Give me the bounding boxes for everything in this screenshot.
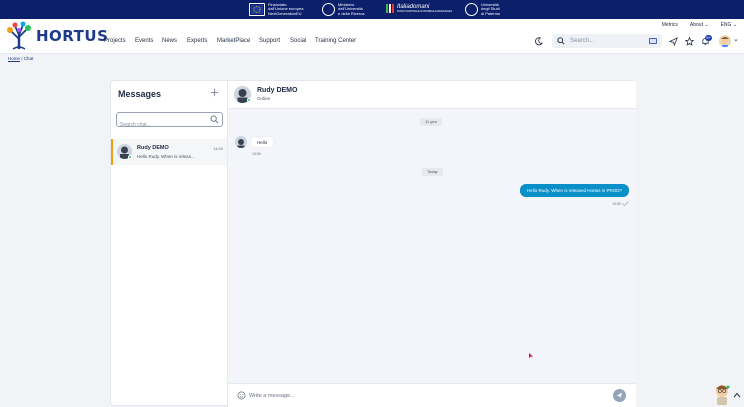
eu-flag-icon bbox=[249, 3, 265, 16]
top-links: Metrics About ⌄ ENG ⌄ bbox=[662, 22, 737, 28]
contact-status: Online bbox=[257, 96, 271, 101]
new-chat-button[interactable] bbox=[210, 88, 219, 100]
messages-title: Messages bbox=[118, 89, 162, 99]
message-time: 13:59 bbox=[252, 152, 261, 156]
italia-domani-icon bbox=[385, 1, 394, 19]
chevron-down-icon: ⌄ bbox=[732, 22, 737, 28]
nav-marketplace[interactable]: MarketPlace bbox=[217, 38, 250, 44]
conversation-preview: Hello Rudy. When is releas... bbox=[137, 154, 195, 159]
paper-plane-icon bbox=[616, 392, 623, 399]
conversation-time: 14:50 bbox=[212, 146, 223, 151]
italia-domani-logo: Italiadomani PIANO NAZIONALE DI RIPRESA … bbox=[385, 2, 452, 17]
metrics-link[interactable]: Metrics bbox=[662, 22, 678, 28]
send-icon-button[interactable] bbox=[668, 36, 678, 46]
chat-search bbox=[116, 112, 223, 132]
chat-pane: Rudy DEMO Online 11 gen Hello 13:59 Toda… bbox=[228, 81, 636, 407]
nav-support[interactable]: Support bbox=[259, 38, 280, 44]
outgoing-message: Hello Rudy. When is released Hortus in P… bbox=[520, 184, 629, 197]
paper-plane-icon bbox=[668, 36, 678, 46]
user-avatar-icon bbox=[721, 37, 729, 47]
chat-search-input[interactable] bbox=[117, 118, 205, 132]
funding-banner: Finanziato dall'Unione europea NextGener… bbox=[0, 0, 744, 19]
message-time: 14:50 bbox=[612, 202, 621, 206]
conversation-item[interactable]: Rudy DEMO 14:50 Hello Rudy. When is rele… bbox=[111, 139, 227, 165]
search-icon bbox=[557, 37, 565, 45]
nav-social[interactable]: Social bbox=[290, 38, 306, 44]
online-indicator bbox=[128, 155, 132, 159]
message-input[interactable] bbox=[249, 390, 599, 402]
nav-projects[interactable]: Projects bbox=[104, 38, 126, 44]
chevron-down-icon[interactable]: ⌄ bbox=[733, 35, 739, 43]
ministry-seal-icon bbox=[322, 3, 335, 16]
nav-training-center[interactable]: Training Center bbox=[315, 38, 356, 44]
date-separator: 11 gen bbox=[420, 118, 442, 126]
eu-logo: Finanziato dall'Unione europea NextGener… bbox=[249, 2, 303, 17]
contact-avatar-icon bbox=[235, 137, 247, 148]
star-icon bbox=[684, 36, 694, 46]
nav-news[interactable]: News bbox=[162, 38, 177, 44]
incoming-message: Hello bbox=[250, 136, 275, 148]
language-menu[interactable]: ENG ⌄ bbox=[721, 22, 737, 28]
notification-badge: 9+ bbox=[705, 35, 712, 41]
search-icon[interactable] bbox=[210, 115, 219, 124]
global-search[interactable]: Search... bbox=[552, 34, 662, 48]
chevron-up-icon[interactable] bbox=[733, 392, 741, 398]
favorites-button[interactable] bbox=[684, 36, 694, 46]
main-navbar: HORTUS Projects Events News Experts Mark… bbox=[0, 19, 744, 54]
user-avatar[interactable] bbox=[719, 35, 731, 47]
nav-experts[interactable]: Experts bbox=[187, 38, 207, 44]
date-separator: Today bbox=[422, 168, 443, 176]
conversations-panel: Messages Rudy DEMO 14:50 Hello Rudy. Whe… bbox=[111, 81, 228, 405]
breadcrumb: Home / Chat bbox=[8, 56, 34, 61]
nav-events[interactable]: Events bbox=[135, 38, 153, 44]
chat-container: Messages Rudy DEMO 14:50 Hello Rudy. Whe… bbox=[110, 80, 636, 407]
chat-header: Rudy DEMO Online bbox=[228, 81, 636, 109]
about-menu[interactable]: About ⌄ bbox=[690, 22, 709, 28]
breadcrumb-current: Chat bbox=[23, 56, 34, 61]
moon-icon bbox=[534, 36, 543, 45]
plus-icon bbox=[210, 88, 219, 97]
university-seal-icon bbox=[465, 3, 478, 16]
message-composer bbox=[228, 383, 636, 407]
emoji-icon[interactable] bbox=[237, 391, 246, 400]
ministry-logo: Ministero dell'Università e della Ricerc… bbox=[322, 2, 364, 17]
keyboard-icon bbox=[649, 38, 657, 44]
university-logo: Università degli Studi di Palermo bbox=[465, 2, 500, 17]
mascot-icon bbox=[716, 385, 730, 405]
message-thread: 11 gen Hello 13:59 Today Hello Rudy. Whe… bbox=[228, 109, 636, 383]
dark-mode-toggle[interactable] bbox=[533, 36, 543, 46]
send-button[interactable] bbox=[613, 389, 626, 402]
mouse-cursor-icon bbox=[529, 353, 533, 358]
contact-name: Rudy DEMO bbox=[257, 87, 298, 94]
avatar bbox=[235, 136, 247, 148]
conversation-name: Rudy DEMO bbox=[137, 145, 169, 151]
breadcrumb-home[interactable]: Home bbox=[8, 56, 20, 61]
brand-name: HORTUS bbox=[36, 27, 109, 45]
read-check-icon bbox=[622, 201, 629, 206]
online-indicator bbox=[247, 98, 251, 102]
assistant-mascot[interactable] bbox=[713, 383, 731, 407]
hortus-logo[interactable]: HORTUS bbox=[4, 21, 108, 51]
search-placeholder: Search... bbox=[570, 38, 595, 44]
tree-logo-icon bbox=[7, 21, 31, 50]
chevron-down-icon: ⌄ bbox=[704, 22, 709, 28]
